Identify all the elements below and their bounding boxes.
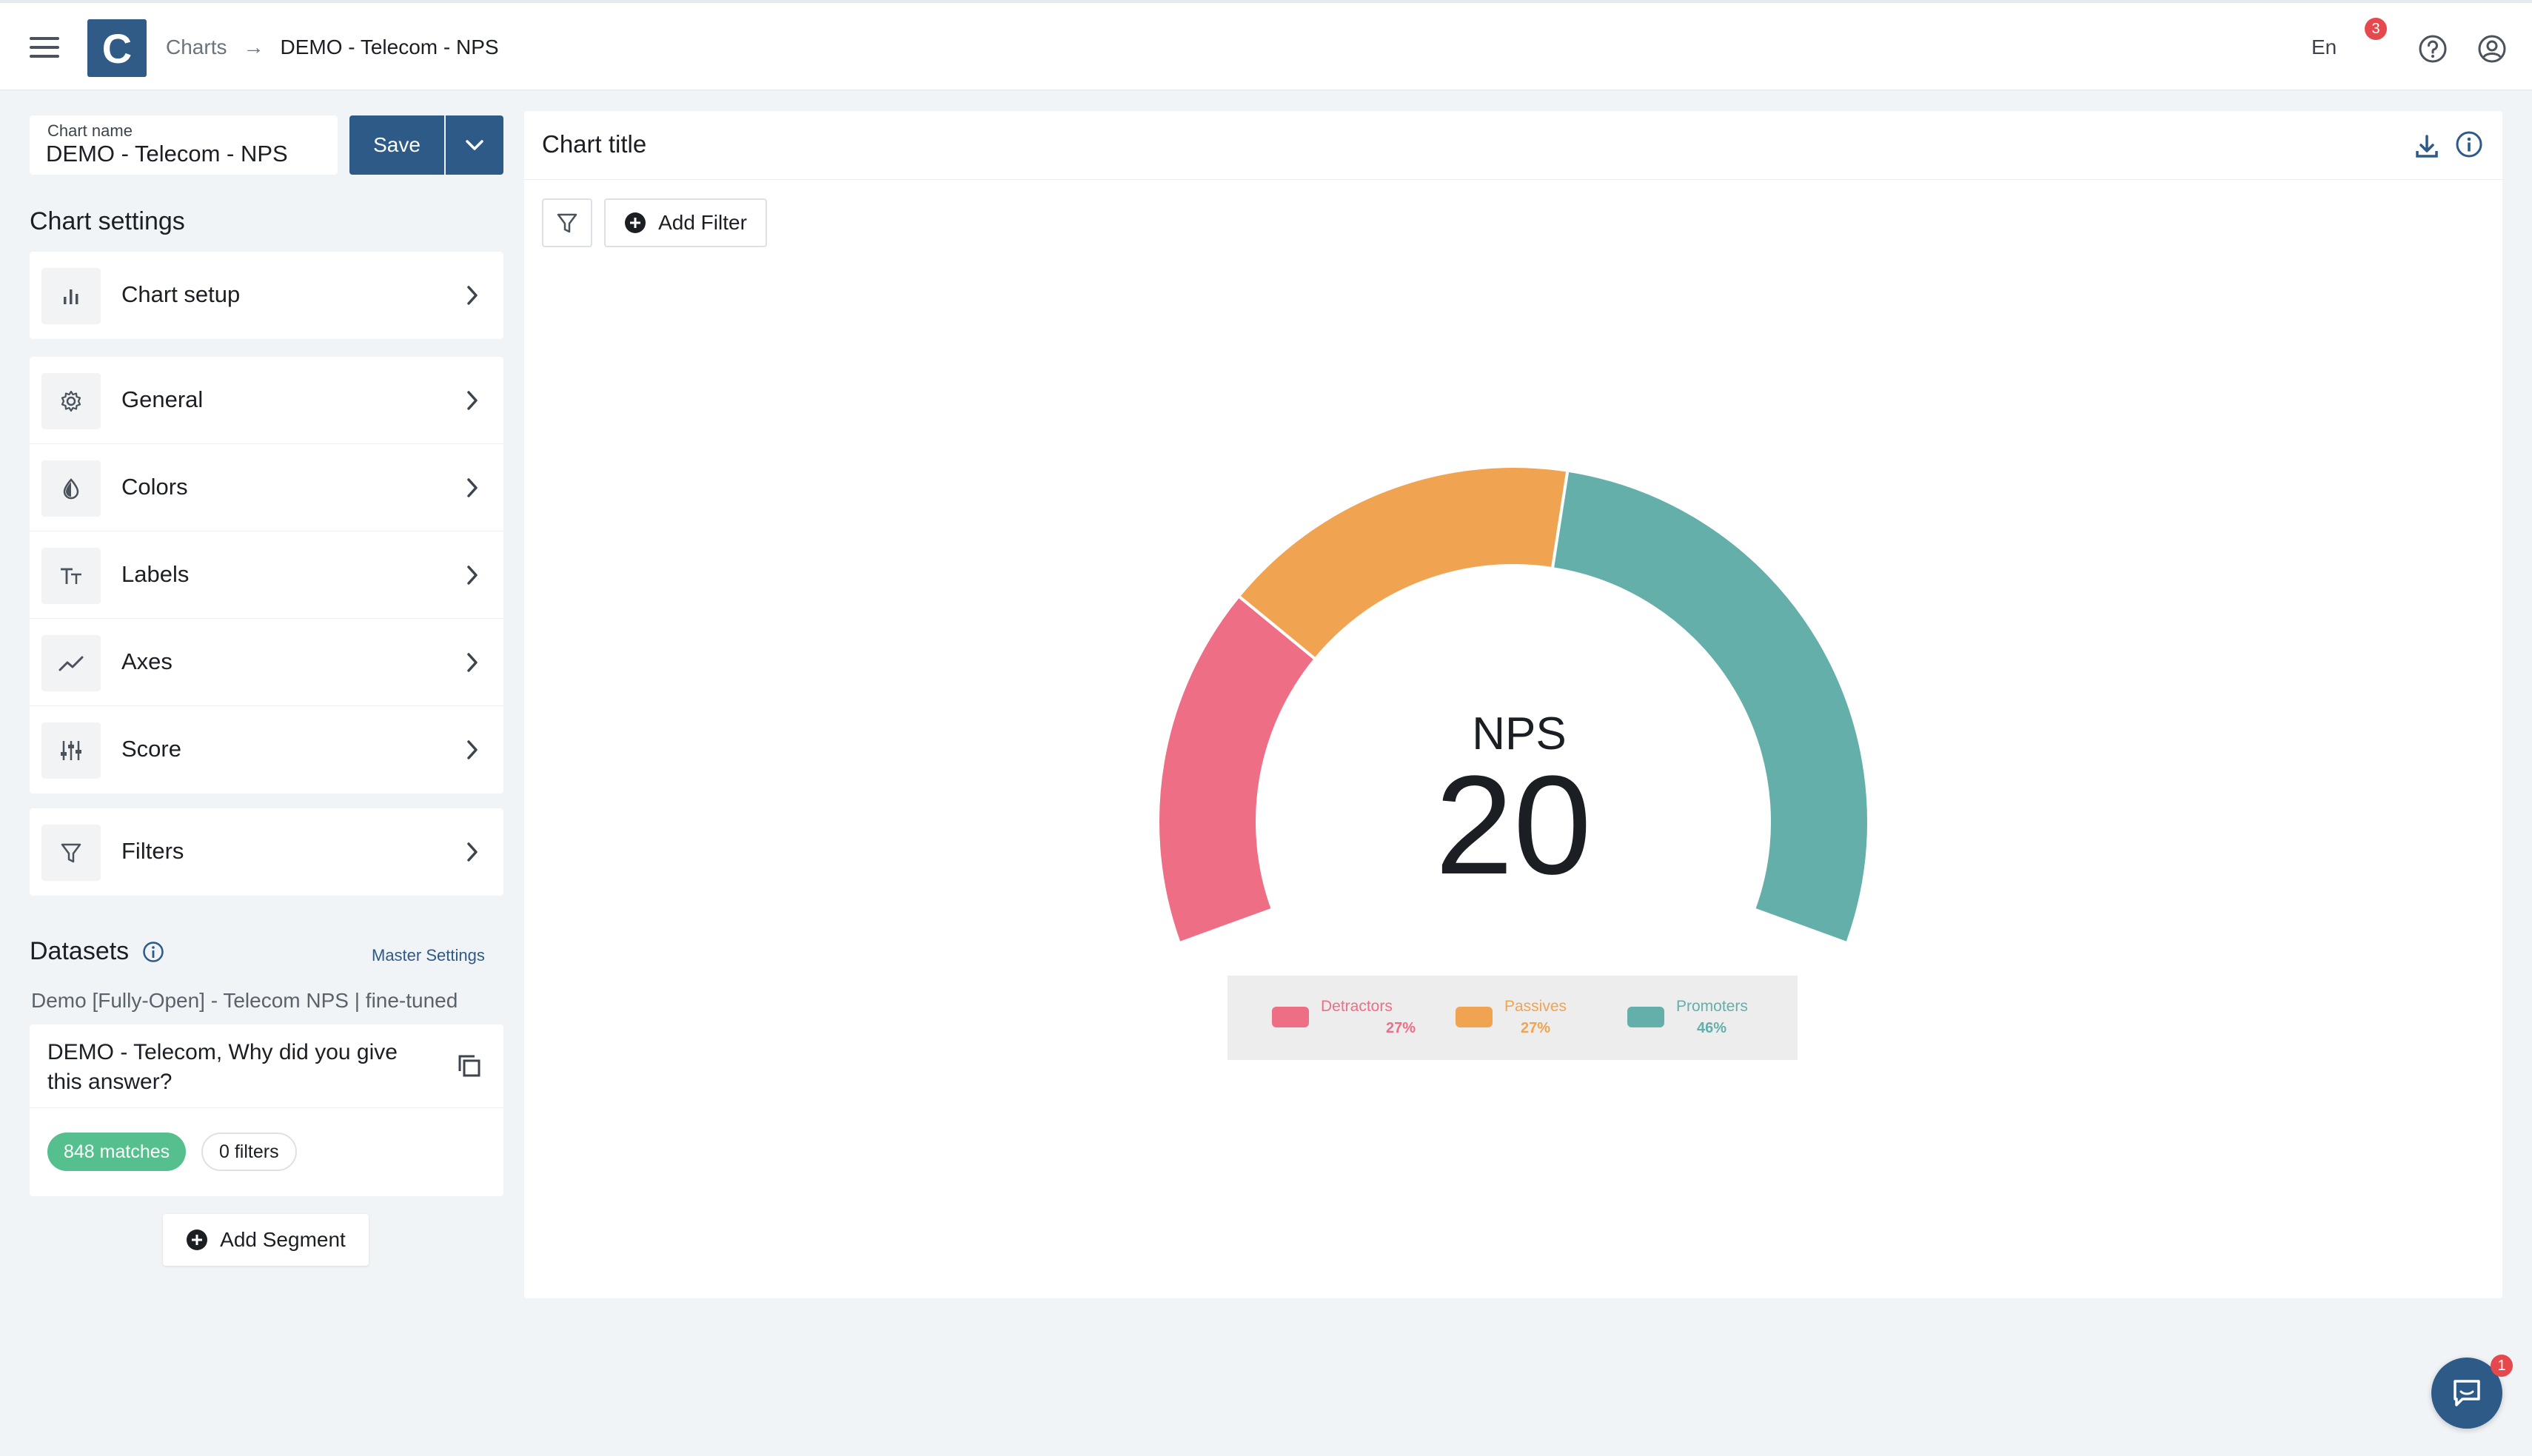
bar-chart-icon [41, 268, 101, 324]
chart-panel: Chart title Add Filter NPS 20 Detractors… [524, 111, 2502, 1298]
chart-name-field[interactable]: Chart name [30, 115, 338, 175]
language-selector[interactable]: En [2311, 36, 2337, 59]
datasets-title: Datasets [30, 937, 164, 966]
legend-label: Passives [1504, 998, 1567, 1015]
legend-label: Promoters [1676, 998, 1748, 1015]
settings-item-score[interactable]: Score [30, 706, 503, 794]
chat-icon [2454, 1380, 2480, 1406]
chevron-down-icon [466, 140, 483, 150]
chevron-right-icon [467, 566, 478, 585]
matches-badge: 848 matches [47, 1133, 187, 1171]
settings-item-label: Filters [121, 838, 184, 864]
dataset-name: Demo [Fully-Open] - Telecom NPS | fine-t… [31, 989, 458, 1012]
datasets-title-text: Datasets [30, 937, 130, 965]
breadcrumb: Charts → DEMO - Telecom - NPS [166, 36, 499, 59]
chart-name-label: Chart name [47, 121, 133, 140]
dataset-question: DEMO - Telecom, Why did you give this an… [47, 1040, 398, 1094]
chart-setup-card: Chart setup [30, 252, 503, 339]
filters-card: Filters [30, 808, 503, 896]
legend-percent: 27% [1521, 1020, 1551, 1036]
add-segment-label: Add Segment [220, 1228, 346, 1251]
legend-swatch [1627, 1007, 1664, 1027]
settings-item-label: General [121, 386, 204, 412]
color-drop-icon [41, 460, 101, 517]
legend-item-promoters[interactable]: Promoters 46% [1627, 995, 1805, 1039]
chevron-right-icon [467, 842, 478, 862]
chart-settings-title: Chart settings [30, 207, 185, 235]
chevron-right-icon [467, 740, 478, 759]
settings-item-general[interactable]: General [30, 357, 503, 444]
sliders-icon [41, 722, 101, 779]
settings-card: General Colors Labels Axes Score [30, 357, 503, 794]
gauge-segment-detractors[interactable] [1156, 594, 1318, 945]
settings-item-filters[interactable]: Filters [30, 808, 503, 896]
breadcrumb-current: DEMO - Telecom - NPS [280, 36, 499, 58]
legend-item-detractors[interactable]: Detractors 27% [1272, 995, 1450, 1039]
gauge-center-value: 20 [1435, 747, 1591, 904]
help-icon[interactable] [2418, 34, 2448, 64]
top-bar: C Charts → DEMO - Telecom - NPS En 3 [0, 0, 2532, 90]
settings-item-label: Axes [121, 648, 173, 674]
chart-legend: Detractors 27% Passives 27% Promoters 46… [1228, 976, 1798, 1060]
add-segment-button[interactable]: Add Segment [163, 1214, 369, 1266]
settings-item-labels[interactable]: Labels [30, 531, 503, 619]
legend-swatch [1272, 1007, 1309, 1027]
chevron-right-icon [467, 478, 478, 497]
settings-item-colors[interactable]: Colors [30, 444, 503, 531]
menu-icon[interactable] [30, 37, 59, 58]
nps-gauge-chart: NPS 20 [1156, 465, 1870, 945]
filter-icon [41, 825, 101, 881]
save-options-button[interactable] [446, 115, 503, 175]
legend-label: Detractors [1321, 998, 1393, 1015]
chevron-right-icon [467, 653, 478, 672]
filters-count-badge[interactable]: 0 filters [201, 1133, 297, 1171]
gauge-segment-passives[interactable] [1236, 465, 1570, 662]
chart-name-input[interactable] [46, 141, 327, 167]
user-account-icon[interactable] [2477, 34, 2507, 64]
legend-percent: 46% [1697, 1020, 1727, 1036]
master-settings-link[interactable]: Master Settings [372, 946, 485, 965]
settings-item-chart-setup[interactable]: Chart setup [30, 252, 503, 339]
arrow-right-icon: → [243, 36, 264, 58]
settings-item-axes[interactable]: Axes [30, 619, 503, 706]
dataset-card[interactable]: DEMO - Telecom, Why did you give this an… [30, 1024, 503, 1196]
notification-badge[interactable]: 3 [2365, 18, 2387, 40]
settings-item-label: Labels [121, 561, 190, 587]
copy-icon[interactable] [456, 1053, 483, 1079]
gauge-segment-promoters[interactable] [1550, 469, 1870, 945]
breadcrumb-charts[interactable]: Charts [166, 36, 227, 59]
settings-item-label: Score [121, 736, 181, 762]
chevron-right-icon [467, 391, 478, 410]
gear-icon [41, 373, 101, 429]
info-icon[interactable] [142, 941, 164, 963]
text-size-icon [41, 548, 101, 604]
trend-line-icon [41, 635, 101, 691]
chat-notification-badge: 1 [2491, 1355, 2513, 1377]
plus-circle-icon [187, 1229, 208, 1250]
save-button[interactable]: Save [349, 115, 444, 175]
settings-item-label: Colors [121, 474, 188, 500]
legend-swatch [1456, 1007, 1493, 1027]
legend-item-passives[interactable]: Passives 27% [1456, 995, 1633, 1039]
divider [30, 1107, 503, 1108]
chevron-right-icon [467, 286, 478, 305]
app-logo[interactable]: C [87, 19, 147, 77]
legend-percent: 27% [1386, 1020, 1416, 1036]
settings-item-label: Chart setup [121, 281, 241, 307]
